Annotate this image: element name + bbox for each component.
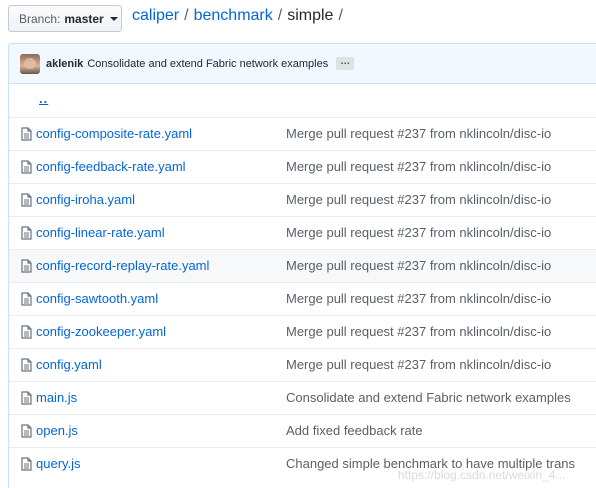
breadcrumb-dir-link[interactable]: benchmark [194, 7, 273, 24]
file-name-link[interactable]: config-record-replay-rate.yaml [36, 258, 209, 273]
file-commit-message[interactable]: Merge pull request #237 from nklincoln/d… [286, 258, 551, 273]
file-row[interactable]: config-sawtooth.yaml Merge pull request #… [9, 282, 596, 315]
file-icon [21, 358, 32, 372]
file-commit-message[interactable]: Changed simple benchmark to have multipl… [286, 456, 575, 471]
breadcrumb-repo-link[interactable]: caliper [132, 7, 179, 24]
file-name-link[interactable]: config-iroha.yaml [36, 192, 135, 207]
file-commit-message[interactable]: Merge pull request #237 from nklincoln/d… [286, 357, 551, 372]
expand-commit-button[interactable]: … [336, 57, 355, 70]
file-commit-message[interactable]: Merge pull request #237 from nklincoln/d… [286, 324, 551, 339]
file-name-link[interactable]: config-zookeeper.yaml [36, 324, 166, 339]
file-icon [21, 391, 32, 405]
file-row[interactable]: config-composite-rate.yaml Merge pull req… [9, 117, 596, 150]
file-commit-message[interactable]: Consolidate and extend Fabric network ex… [286, 390, 571, 405]
file-icon [21, 457, 32, 471]
breadcrumb-separator: / [184, 7, 189, 24]
file-icon [21, 424, 32, 438]
parent-dir-row[interactable]: .. [9, 84, 596, 117]
file-commit-message[interactable]: Merge pull request #237 from nklincoln/d… [286, 159, 551, 174]
file-list: .. config-composite-rate.yaml Merge pull … [9, 84, 596, 480]
file-commit-message[interactable]: Merge pull request #237 from nklincoln/d… [286, 291, 551, 306]
breadcrumb-current: simple [287, 7, 334, 24]
file-table: aklenik Consolidate and extend Fabric ne… [8, 43, 596, 488]
file-row[interactable]: open.js Add fixed feedback rate [9, 414, 596, 447]
file-row[interactable]: config-record-replay-rate.yaml Merge pull… [9, 249, 596, 282]
avatar[interactable] [20, 53, 40, 74]
commit-message[interactable]: Consolidate and extend Fabric network ex… [87, 58, 328, 70]
latest-commit-bar: aklenik Consolidate and extend Fabric ne… [9, 44, 596, 84]
branch-name: master [64, 11, 104, 26]
branch-select-button[interactable]: Branch: master [8, 5, 122, 32]
file-icon [21, 325, 32, 339]
branch-label: Branch: [19, 11, 61, 26]
file-name-link[interactable]: config-linear-rate.yaml [36, 225, 165, 240]
breadcrumb-separator: / [277, 7, 283, 24]
file-row[interactable]: query.js Changed simple benchmark to have… [9, 447, 596, 480]
file-name-link[interactable]: config-composite-rate.yaml [36, 126, 192, 141]
chevron-down-icon [109, 17, 118, 21]
file-icon [21, 226, 32, 240]
file-row[interactable]: config.yaml Merge pull request #237 from … [9, 348, 596, 381]
file-commit-message[interactable]: Merge pull request #237 from nklincoln/d… [286, 225, 551, 240]
file-commit-message[interactable]: Merge pull request #237 from nklincoln/d… [286, 126, 551, 141]
file-row[interactable]: config-iroha.yaml Merge pull request #237… [9, 183, 596, 216]
file-name-link[interactable]: config-sawtooth.yaml [36, 291, 158, 306]
file-name-link[interactable]: open.js [36, 423, 78, 438]
repo-header: Branch: master caliper / benchmark / simple / [0, 0, 596, 40]
breadcrumb: caliper / benchmark / simple / [132, 7, 348, 25]
file-icon [21, 127, 32, 141]
file-row[interactable]: config-linear-rate.yaml Merge pull reques… [9, 216, 596, 249]
file-icon [21, 292, 32, 306]
file-name-link[interactable]: main.js [36, 390, 77, 405]
parent-dir-link[interactable]: .. [39, 91, 48, 106]
file-row[interactable]: config-zookeeper.yaml Merge pull request … [9, 315, 596, 348]
file-name-link[interactable]: config.yaml [36, 357, 102, 372]
file-commit-message[interactable]: Merge pull request #237 from nklincoln/d… [286, 192, 551, 207]
file-commit-message[interactable]: Add fixed feedback rate [286, 423, 423, 438]
breadcrumb-separator: / [338, 7, 343, 24]
file-icon [21, 193, 32, 207]
file-row[interactable]: config-feedback-rate.yaml Merge pull requ… [9, 150, 596, 183]
file-name-link[interactable]: query.js [36, 456, 81, 471]
file-name-link[interactable]: config-feedback-rate.yaml [36, 159, 186, 174]
file-icon [21, 160, 32, 174]
file-icon [21, 259, 32, 273]
commit-author[interactable]: aklenik [46, 58, 83, 70]
file-row[interactable]: main.js Consolidate and extend Fabric net… [9, 381, 596, 414]
